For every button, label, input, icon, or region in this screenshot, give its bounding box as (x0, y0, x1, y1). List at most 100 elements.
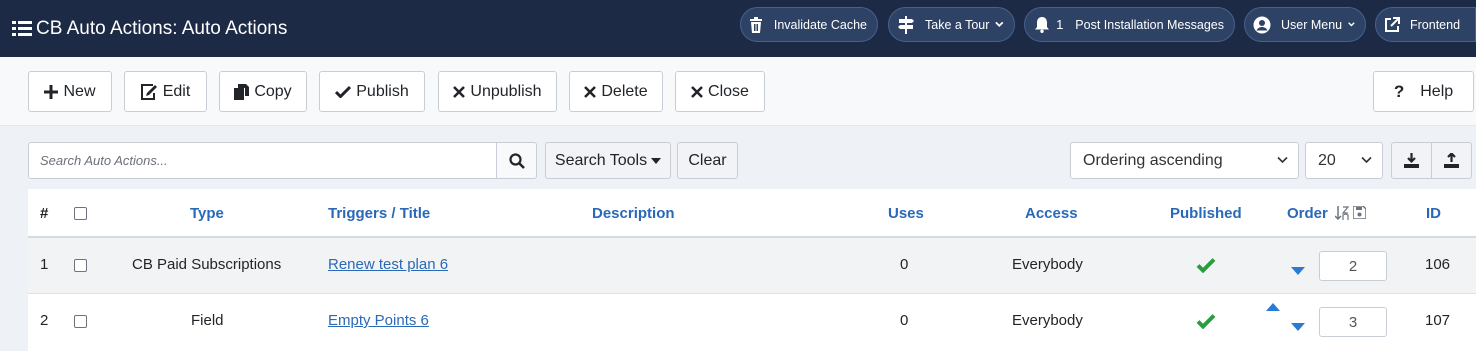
unpublish-button[interactable]: Unpublish (438, 71, 557, 112)
copy-icon (234, 83, 250, 100)
auto-actions-table: # Type Triggers / Title Description Uses… (28, 189, 1476, 351)
table-header: # Type Triggers / Title Description Uses… (28, 189, 1476, 238)
upload-icon (1444, 153, 1459, 168)
edit-button[interactable]: Edit (124, 71, 207, 112)
search-button[interactable] (496, 142, 537, 179)
help-button[interactable]: ? Help (1373, 71, 1474, 112)
header-published[interactable]: Published (1170, 205, 1242, 222)
take-tour-button[interactable]: Take a Tour (888, 7, 1015, 42)
caret-down-icon (651, 157, 662, 164)
order-input[interactable]: 2 (1319, 251, 1387, 281)
delete-label: Delete (601, 82, 648, 100)
top-header: CB Auto Actions: Auto Actions Invalidate… (0, 0, 1476, 57)
row-type: CB Paid Subscriptions (132, 256, 282, 273)
frontend-label: Frontend (1410, 17, 1461, 32)
search-tools-label: Search Tools (554, 151, 648, 169)
copy-button[interactable]: Copy (219, 71, 307, 112)
chevron-down-icon (1348, 22, 1355, 27)
edit-label: Edit (162, 82, 191, 100)
search-icon (508, 152, 525, 169)
table-row: 1 CB Paid Subscriptions Renew test plan … (28, 238, 1476, 294)
check-icon (335, 85, 352, 98)
row-access: Everybody (1012, 312, 1083, 329)
header-uses[interactable]: Uses (888, 205, 924, 222)
header-order[interactable]: Order (1287, 205, 1328, 222)
header-access[interactable]: Access (1025, 205, 1078, 222)
chevron-down-icon (1277, 156, 1288, 164)
search-input[interactable] (28, 142, 497, 179)
row-uses: 0 (900, 312, 909, 329)
invalidate-cache-label: Invalidate Cache (773, 17, 867, 32)
row-checkbox[interactable] (74, 259, 87, 272)
row-num: 2 (40, 312, 49, 329)
header-num: # (40, 205, 49, 222)
page-title: CB Auto Actions: Auto Actions (12, 18, 287, 40)
times-icon (691, 85, 703, 98)
order-value: 2 (1348, 257, 1358, 275)
select-all-checkbox[interactable] (74, 207, 87, 220)
limit-select[interactable]: 20 (1305, 142, 1383, 179)
delete-button[interactable]: Delete (569, 71, 663, 112)
post-installation-label: Post Installation Messages (1075, 17, 1224, 32)
chevron-down-icon (995, 21, 1004, 28)
row-type: Field (191, 312, 224, 329)
times-icon (453, 85, 466, 98)
row-title-link[interactable]: Empty Points 6 (328, 312, 429, 329)
list-icon (12, 20, 32, 36)
trash-icon (749, 15, 764, 35)
header-description[interactable]: Description (592, 205, 675, 222)
header-triggers-title[interactable]: Triggers / Title (328, 205, 430, 222)
download-icon (1404, 153, 1419, 168)
close-label: Close (708, 82, 749, 100)
header-id[interactable]: ID (1426, 205, 1441, 222)
export-button[interactable] (1391, 142, 1432, 179)
edit-icon (140, 83, 157, 100)
toolbar: New Edit Copy Publish Unpublish Delete C… (0, 57, 1476, 126)
post-installation-count: 1 (1056, 17, 1064, 32)
published-check-icon[interactable] (1196, 313, 1216, 329)
user-icon (1253, 15, 1271, 35)
new-label: New (63, 82, 96, 100)
new-button[interactable]: New (28, 71, 112, 112)
plus-icon (44, 84, 59, 99)
search-tools-button[interactable]: Search Tools (545, 142, 671, 179)
row-uses: 0 (900, 256, 909, 273)
import-button[interactable] (1431, 142, 1472, 179)
published-check-icon[interactable] (1196, 257, 1216, 273)
limit-value: 20 (1318, 151, 1336, 169)
order-input[interactable]: 3 (1319, 307, 1387, 337)
question-icon: ? (1393, 81, 1405, 101)
signpost-icon (897, 15, 915, 35)
move-down-icon[interactable] (1291, 323, 1305, 331)
row-title-link[interactable]: Renew test plan 6 (328, 256, 448, 273)
move-up-icon[interactable] (1266, 303, 1280, 311)
help-label: Help (1420, 82, 1454, 100)
invalidate-cache-button[interactable]: Invalidate Cache (740, 7, 878, 42)
times-icon (584, 85, 597, 98)
user-menu-button[interactable]: User Menu (1244, 7, 1366, 42)
table-row: 2 Field Empty Points 6 0 Everybody 3 107 (28, 294, 1476, 350)
copy-label: Copy (254, 82, 292, 100)
order-value: 3 (1348, 313, 1358, 331)
publish-button[interactable]: Publish (319, 71, 425, 112)
ordering-select[interactable]: Ordering ascending (1070, 142, 1299, 179)
move-down-icon[interactable] (1291, 267, 1305, 275)
header-type[interactable]: Type (190, 205, 224, 222)
bell-icon (1033, 15, 1050, 35)
row-id: 106 (1425, 256, 1451, 273)
clear-label: Clear (688, 151, 727, 169)
close-button[interactable]: Close (675, 71, 765, 112)
row-access: Everybody (1012, 256, 1083, 273)
row-checkbox[interactable] (74, 315, 87, 328)
row-num: 1 (40, 256, 49, 273)
sort-alpha-icon (1335, 206, 1349, 221)
unpublish-label: Unpublish (470, 82, 542, 100)
save-order-icon[interactable] (1353, 206, 1366, 219)
post-installation-messages-button[interactable]: 1 Post Installation Messages (1024, 7, 1235, 42)
row-id: 107 (1425, 312, 1451, 329)
user-menu-label: User Menu (1281, 17, 1343, 32)
frontend-button[interactable]: Frontend (1375, 7, 1476, 42)
take-tour-label: Take a Tour (925, 17, 990, 32)
clear-button[interactable]: Clear (677, 142, 738, 179)
publish-label: Publish (356, 82, 409, 100)
